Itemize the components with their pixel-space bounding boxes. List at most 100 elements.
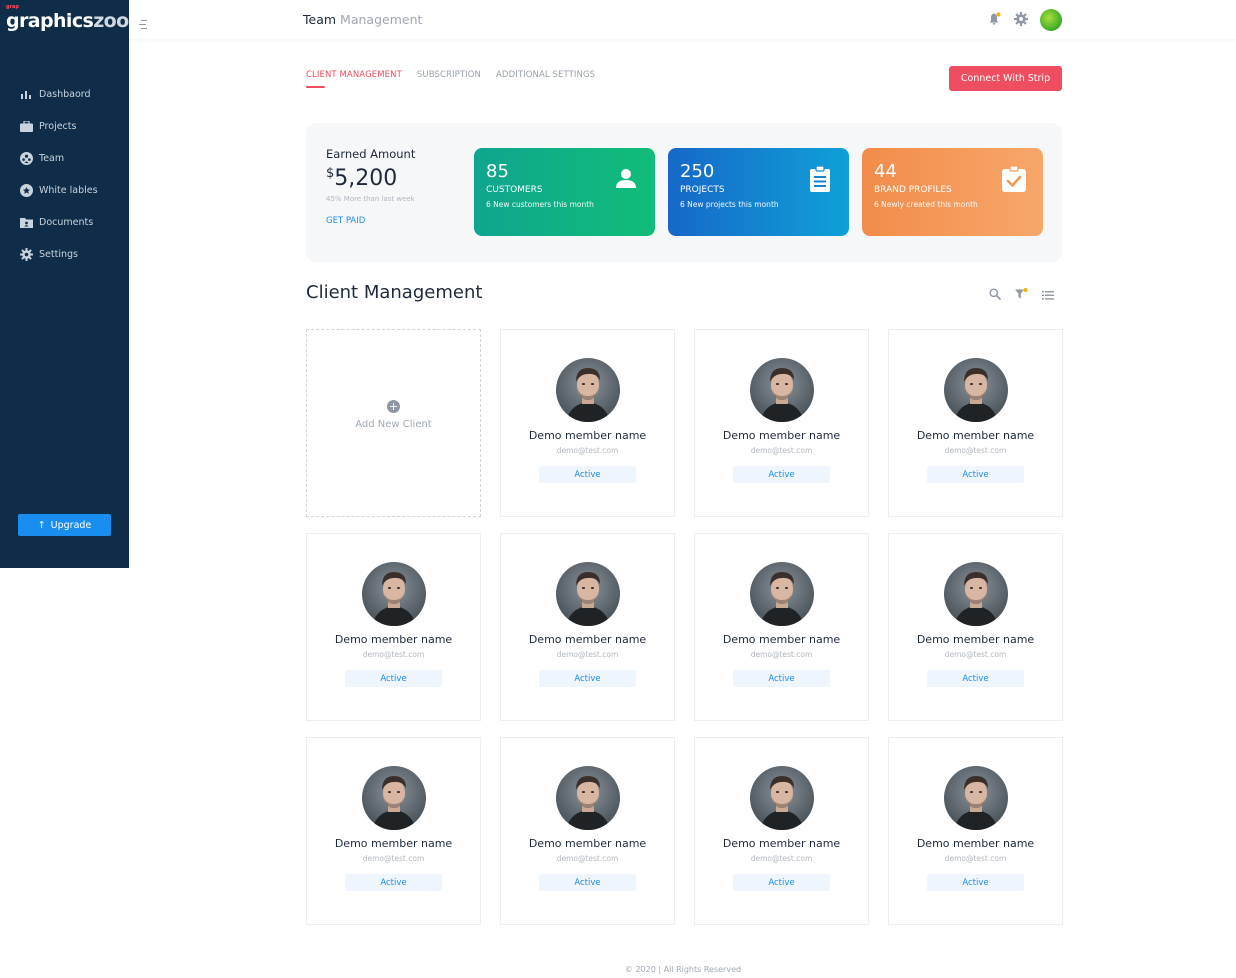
member-email: demo@test.com [750, 650, 813, 659]
menu-toggle-icon[interactable] [139, 14, 149, 29]
badge-icon [19, 183, 33, 197]
member-avatar [555, 358, 620, 422]
status-badge[interactable]: Active [733, 874, 830, 891]
member-name: Demo member name [334, 633, 453, 646]
topbar: Team Management [129, 0, 1236, 39]
sidebar-item-dashboard[interactable]: Dashbaord [0, 78, 129, 110]
sidebar-item-white-labels[interactable]: White lables [0, 174, 129, 206]
sidebar-item-projects[interactable]: Projects [0, 110, 129, 142]
topbar-actions [988, 9, 1062, 31]
client-card[interactable]: Demo member name demo@test.com Active [694, 533, 869, 721]
member-avatar [361, 562, 426, 626]
sidebar-item-label: White lables [39, 184, 98, 196]
tab-client-management[interactable]: CLIENT MANAGEMENT [306, 70, 402, 88]
client-card[interactable]: Demo member name demo@test.com Active [306, 737, 481, 925]
connect-with-strip-button[interactable]: Connect With Strip [949, 66, 1062, 91]
status-badge[interactable]: Active [539, 670, 636, 687]
member-name: Demo member name [722, 429, 841, 442]
member-name: Demo member name [916, 837, 1035, 850]
member-email: demo@test.com [750, 854, 813, 863]
client-card[interactable]: Demo member name demo@test.com Active [500, 737, 675, 925]
member-name: Demo member name [528, 633, 647, 646]
client-card[interactable]: Demo member name demo@test.com Active [306, 533, 481, 721]
settings-gear-icon[interactable] [1014, 11, 1028, 30]
earned-amount-block: Earned Amount $5,200 45% More than last … [326, 147, 415, 226]
member-name: Demo member name [722, 837, 841, 850]
get-paid-link[interactable]: GET PAID [326, 216, 415, 226]
member-name: Demo member name [916, 429, 1035, 442]
section-title: Client Management [306, 282, 483, 303]
logo-text: graphicszoo [6, 10, 129, 32]
user-avatar[interactable] [1040, 9, 1062, 31]
status-badge[interactable]: Active [539, 874, 636, 891]
briefcase-icon [19, 119, 33, 133]
plus-circle-icon: + [387, 400, 400, 413]
list-view-icon[interactable] [1042, 285, 1054, 304]
upgrade-button[interactable]: ↑ Upgrade [18, 514, 111, 536]
page-title-main: Team [303, 12, 337, 27]
clipboard-check-icon [1001, 165, 1027, 192]
client-card[interactable]: Demo member name demo@test.com Active [694, 737, 869, 925]
logo[interactable]: grap graphicszoo [6, 4, 129, 32]
sidebar-item-settings[interactable]: Settings [0, 238, 129, 270]
client-card[interactable]: Demo member name demo@test.com Active [888, 533, 1063, 721]
client-card[interactable]: Demo member name demo@test.com Active [500, 329, 675, 517]
user-icon [613, 166, 639, 192]
stats-panel: Earned Amount $5,200 45% More than last … [306, 123, 1062, 262]
client-card[interactable]: Demo member name demo@test.com Active [500, 533, 675, 721]
status-badge[interactable]: Active [733, 466, 830, 483]
team-icon [19, 151, 33, 165]
sidebar-item-team[interactable]: Team [0, 142, 129, 174]
footer: © 2020 | All Rights Reserved [624, 965, 742, 974]
member-avatar [749, 562, 814, 626]
member-name: Demo member name [334, 837, 453, 850]
sidebar-item-documents[interactable]: Documents [0, 206, 129, 238]
add-new-client-label: Add New Client [355, 419, 432, 430]
member-email: demo@test.com [750, 446, 813, 455]
member-name: Demo member name [528, 837, 647, 850]
status-badge[interactable]: Active [927, 874, 1024, 891]
status-badge[interactable]: Active [733, 670, 830, 687]
member-avatar [943, 562, 1008, 626]
brand-profiles-stat-card[interactable]: 44 BRAND PROFILES 6 Newly created this m… [862, 148, 1043, 236]
sidebar-item-label: Settings [39, 248, 78, 260]
member-avatar [555, 562, 620, 626]
status-badge[interactable]: Active [345, 670, 442, 687]
client-card[interactable]: Demo member name demo@test.com Active [888, 329, 1063, 517]
member-email: demo@test.com [556, 854, 619, 863]
bell-icon[interactable] [988, 11, 1002, 30]
gear-icon [19, 247, 33, 261]
customers-stat-card[interactable]: 85 CUSTOMERS 6 New customers this month [474, 148, 655, 236]
sidebar-nav: Dashbaord Projects Team White lables Doc… [0, 78, 129, 270]
member-name: Demo member name [722, 633, 841, 646]
tabs: CLIENT MANAGEMENT SUBSCRIPTION ADDITIONA… [306, 70, 595, 88]
status-badge[interactable]: Active [927, 670, 1024, 687]
sidebar-item-label: Projects [39, 120, 77, 132]
client-card[interactable]: Demo member name demo@test.com Active [694, 329, 869, 517]
member-email: demo@test.com [944, 650, 1007, 659]
client-card[interactable]: Demo member name demo@test.com Active [888, 737, 1063, 925]
logo-tag: grap [6, 4, 19, 10]
status-badge[interactable]: Active [345, 874, 442, 891]
member-avatar [943, 358, 1008, 422]
member-email: demo@test.com [556, 446, 619, 455]
status-badge[interactable]: Active [927, 466, 1024, 483]
member-avatar [943, 766, 1008, 830]
member-email: demo@test.com [556, 650, 619, 659]
status-badge[interactable]: Active [539, 466, 636, 483]
earned-label: Earned Amount [326, 147, 416, 161]
tab-additional-settings[interactable]: ADDITIONAL SETTINGS [496, 70, 595, 80]
add-new-client-card[interactable]: + Add New Client [306, 329, 481, 517]
tab-subscription[interactable]: SUBSCRIPTION [417, 70, 481, 80]
filter-icon[interactable] [1015, 285, 1028, 304]
page-title: Team Management [303, 12, 422, 27]
member-avatar [361, 766, 426, 830]
search-icon[interactable] [989, 285, 1001, 304]
section-tools [989, 285, 1054, 304]
projects-stat-card[interactable]: 250 PROJECTS 6 New projects this month [668, 148, 849, 236]
sidebar-item-label: Team [39, 152, 65, 164]
upgrade-label: Upgrade [50, 519, 92, 531]
sidebar: grap graphicszoo Dashbaord Projects Team [0, 0, 129, 568]
stat-detail: 6 Newly created this month [874, 200, 978, 209]
earned-amount: $5,200 [326, 166, 398, 191]
